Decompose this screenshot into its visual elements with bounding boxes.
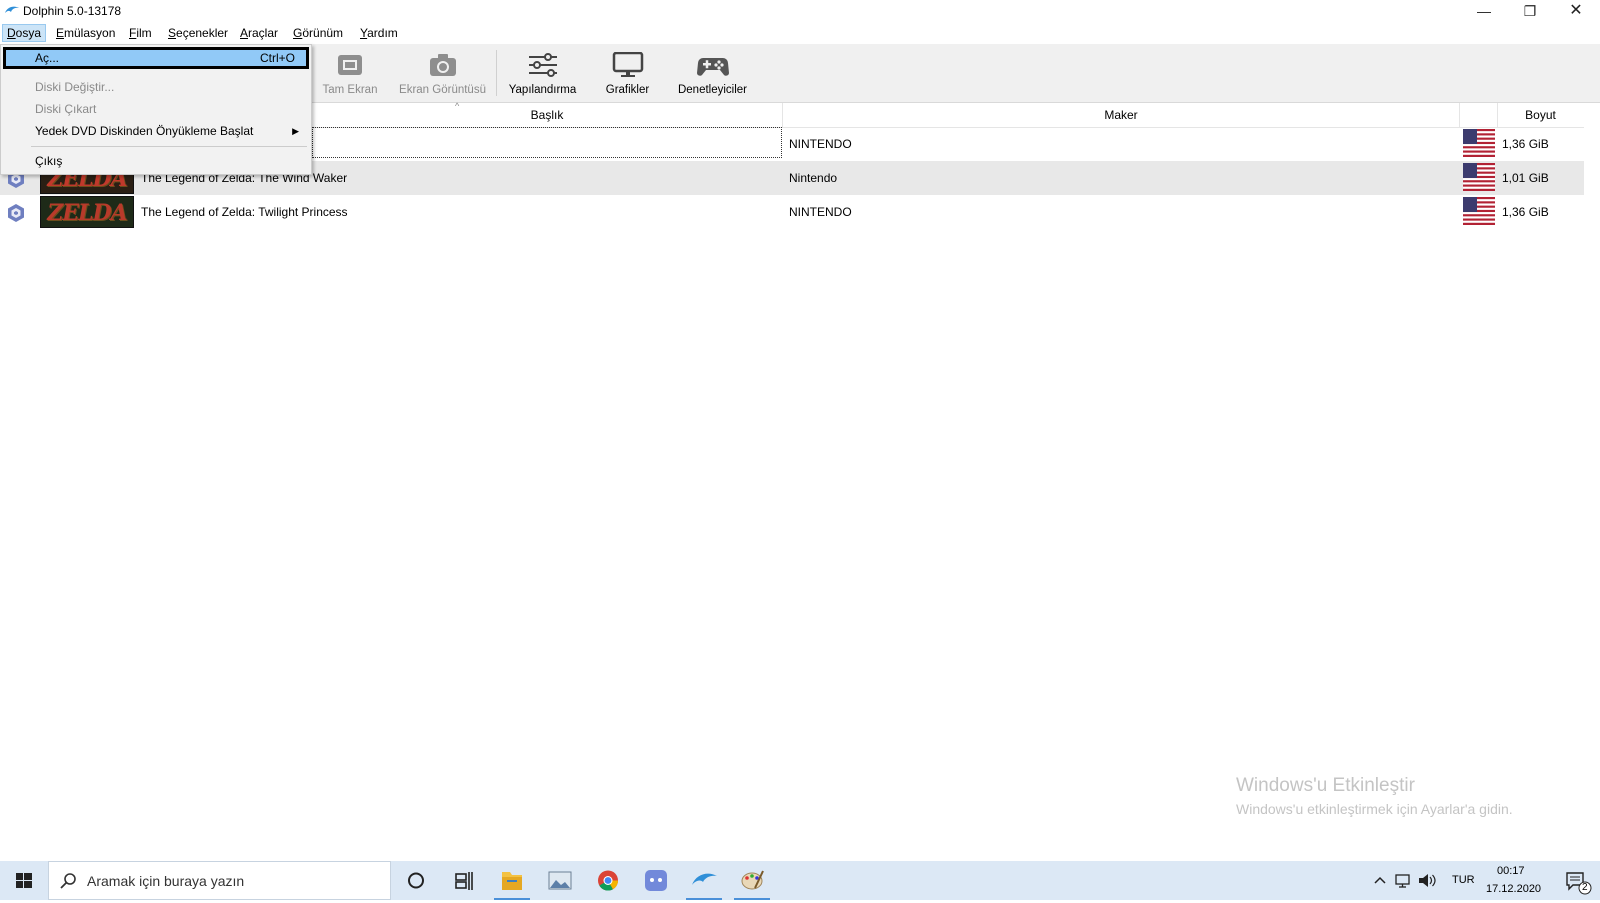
us-flag-icon	[1463, 129, 1495, 157]
game-size: 1,36 GiB	[1502, 205, 1549, 219]
monitor-icon	[612, 52, 643, 77]
clock-date[interactable]: 17.12.2020	[1486, 883, 1541, 895]
network-icon[interactable]	[1393, 861, 1413, 900]
activation-watermark-title: Windows'u Etkinleştir	[1236, 775, 1415, 796]
menu-item-eject-disc[interactable]: Diski Çıkart	[3, 98, 309, 120]
config-button[interactable]: Yapılandırma	[505, 44, 580, 102]
action-center-button[interactable]: 2	[1552, 861, 1600, 900]
search-icon	[60, 873, 76, 889]
focus-rectangle	[312, 127, 782, 158]
gamecube-icon	[8, 204, 24, 222]
close-button[interactable]: ✕	[1553, 0, 1599, 22]
menu-item-boot-dvd-backup[interactable]: Yedek DVD Diskinden Önyükleme Başlat ▶	[3, 120, 309, 142]
window-title: Dolphin 5.0-13178	[23, 4, 122, 18]
column-region-header[interactable]	[1459, 103, 1497, 127]
tray-chevron-up-icon[interactable]	[1370, 861, 1390, 900]
fullscreen-icon	[338, 55, 362, 75]
input-language-indicator[interactable]: TUR	[1452, 874, 1475, 886]
taskbar-search-box[interactable]: Aramak için buraya yazın	[48, 861, 391, 900]
menu-file[interactable]: Dosya	[2, 24, 47, 42]
column-title-header[interactable]: Başlık	[312, 103, 782, 127]
taskbar-dolphin[interactable]	[680, 861, 728, 900]
game-title: The Legend of Zelda: Twilight Princess	[141, 205, 348, 219]
menu-view[interactable]: Görünüm	[289, 25, 347, 41]
game-row[interactable]: ZELDA The Legend of Zelda: Twilight Prin…	[0, 195, 1584, 229]
game-maker: Nintendo	[789, 171, 838, 185]
title-bar: Dolphin 5.0-13178 — ❐ ✕	[0, 0, 1600, 22]
game-size: 1,01 GiB	[1502, 171, 1549, 185]
graphics-button[interactable]: Grafikler	[595, 44, 660, 102]
volume-icon[interactable]	[1416, 861, 1438, 900]
menu-bar: Dosya Emülasyon Film Seçenekler Araçlar …	[0, 22, 1600, 44]
activation-watermark-subtitle: Windows'u etkinleştirmek için Ayarlar'a …	[1236, 801, 1513, 817]
us-flag-icon	[1463, 197, 1495, 225]
chrome-icon[interactable]	[584, 861, 632, 900]
clock-time[interactable]: 00:17	[1497, 865, 1525, 877]
restore-button[interactable]: ❐	[1507, 0, 1553, 22]
menu-help[interactable]: Yardım	[356, 25, 402, 41]
sliders-icon	[528, 53, 557, 77]
menu-options[interactable]: Seçenekler	[164, 25, 232, 41]
submenu-arrow-icon: ▶	[292, 126, 299, 136]
gamepad-icon	[696, 58, 729, 76]
game-size: 1,36 GiB	[1502, 137, 1549, 151]
folder-icon	[502, 872, 522, 890]
column-maker-header[interactable]: Maker	[783, 103, 1459, 127]
menu-tools[interactable]: Araçlar	[236, 25, 282, 41]
toolbar-divider	[496, 50, 497, 96]
file-menu-dropdown: Aç... Ctrl+O Diski Değiştir... Diski Çık…	[0, 44, 312, 175]
game-maker: NINTENDO	[789, 205, 852, 219]
us-flag-icon	[1463, 163, 1495, 191]
taskbar-paint[interactable]	[728, 861, 776, 900]
menu-item-open[interactable]: Aç... Ctrl+O	[3, 47, 309, 69]
menu-item-exit[interactable]: Çıkış	[3, 150, 309, 172]
game-maker: NINTENDO	[789, 137, 852, 151]
cortana-icon[interactable]	[392, 861, 440, 900]
column-size-header[interactable]: Boyut	[1497, 103, 1584, 127]
task-view-icon[interactable]	[440, 861, 488, 900]
screenshot-button[interactable]: Ekran Görüntüsü	[395, 44, 490, 102]
taskbar-file-explorer[interactable]	[488, 861, 536, 900]
controllers-button[interactable]: Denetleyiciler	[670, 44, 755, 102]
dolphin-app-icon	[5, 6, 19, 13]
photos-app-icon[interactable]	[536, 861, 584, 900]
windows-start-icon[interactable]	[0, 861, 48, 900]
discord-icon[interactable]	[632, 861, 680, 900]
menu-movie[interactable]: Film	[125, 25, 156, 41]
menu-item-change-disc[interactable]: Diski Değiştir...	[3, 76, 309, 98]
paint-palette-icon	[741, 870, 764, 890]
dolphin-icon	[692, 873, 717, 885]
menu-separator	[31, 146, 307, 147]
taskbar: Aramak için buraya yazın TUR 00:17 17.12…	[0, 861, 1600, 900]
notification-icon	[1566, 872, 1592, 895]
notification-count: 2	[1582, 882, 1588, 893]
sort-ascending-icon: ^	[455, 101, 460, 111]
game-banner: ZELDA	[40, 196, 134, 228]
minimize-button[interactable]: —	[1461, 0, 1507, 22]
menu-emulation[interactable]: Emülasyon	[52, 25, 119, 41]
fullscreen-button[interactable]: Tam Ekran	[315, 44, 385, 102]
camera-icon	[429, 54, 456, 76]
